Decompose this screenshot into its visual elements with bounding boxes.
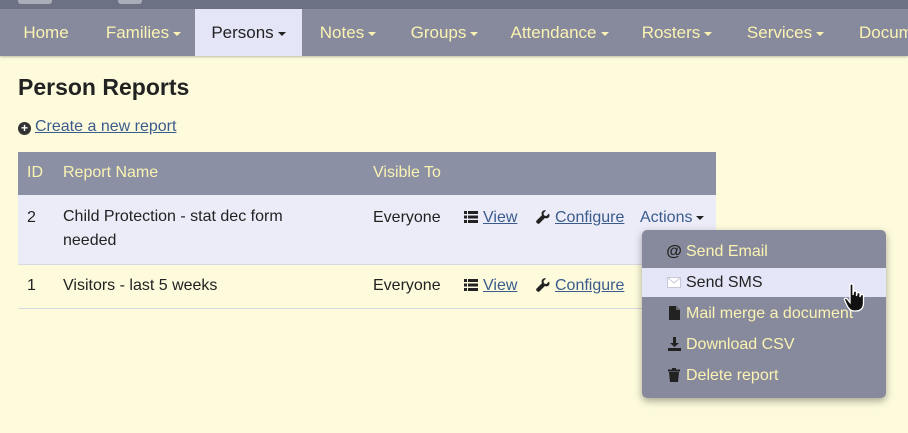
row-visible-to: Everyone xyxy=(373,277,441,294)
menu-item-download-csv[interactable]: Download CSV xyxy=(642,330,886,359)
row-id: 1 xyxy=(27,277,36,294)
top-strip-blob xyxy=(18,0,52,4)
menu-item-label: Mail merge a document xyxy=(686,305,854,322)
menu-item-delete-report[interactable]: Delete report xyxy=(642,361,886,390)
download-icon xyxy=(666,330,682,359)
caret-down-icon xyxy=(696,215,705,220)
plus-circle-icon: + xyxy=(18,122,31,135)
configure-link[interactable]: Configure xyxy=(536,209,624,227)
table-row: 1 Visitors - last 5 weeks Everyone View … xyxy=(18,265,716,309)
actions-dropdown-toggle[interactable]: Actions xyxy=(640,209,705,227)
nav-documents-label: Docum xyxy=(859,23,908,42)
actions-dropdown-menu: @ Send Email Send SMS Mail merge a docum… xyxy=(642,230,886,398)
caret-down-icon xyxy=(368,31,377,36)
nav-notes[interactable]: Notes xyxy=(302,9,394,56)
nav-notes-label: Notes xyxy=(319,23,365,42)
nav-attendance-label: Attendance xyxy=(510,23,597,42)
main-nav: Home Families Persons Notes Groups Atten… xyxy=(0,9,908,56)
at-icon: @ xyxy=(666,243,682,260)
configure-label[interactable]: Configure xyxy=(555,209,624,226)
row-report-name: Child Protection - stat dec form needed xyxy=(63,208,283,249)
view-link[interactable]: View xyxy=(464,209,517,227)
page-title: Person Reports xyxy=(18,74,190,100)
row-visible-to: Everyone xyxy=(373,209,441,226)
nav-persons[interactable]: Persons xyxy=(195,9,302,56)
trash-icon xyxy=(666,361,682,390)
hand-cursor-icon xyxy=(843,283,865,312)
nav-services[interactable]: Services xyxy=(730,9,841,56)
table-row: 2 Child Protection - stat dec form neede… xyxy=(18,195,716,265)
view-label[interactable]: View xyxy=(483,277,517,294)
caret-down-icon xyxy=(277,31,286,36)
list-icon xyxy=(464,211,478,223)
menu-item-label: Delete report xyxy=(686,367,779,384)
caret-down-icon xyxy=(600,31,609,36)
nav-documents[interactable]: Docum xyxy=(859,9,908,56)
create-report-link[interactable]: + Create a new report xyxy=(18,118,176,136)
header-visible-to: Visible To xyxy=(373,164,441,181)
nav-rosters-label: Rosters xyxy=(641,23,701,42)
menu-item-label: Send SMS xyxy=(686,274,763,291)
view-link[interactable]: View xyxy=(464,277,517,295)
header-report-name: Report Name xyxy=(63,164,159,181)
top-strip xyxy=(0,0,908,9)
view-label[interactable]: View xyxy=(483,209,517,226)
header-id: ID xyxy=(27,164,43,181)
configure-label[interactable]: Configure xyxy=(555,277,624,294)
nav-groups[interactable]: Groups xyxy=(394,9,495,56)
menu-item-label: Send Email xyxy=(686,243,768,260)
configure-link[interactable]: Configure xyxy=(536,277,624,295)
top-strip-blob xyxy=(118,0,142,4)
nav-services-label: Services xyxy=(746,23,813,42)
caret-down-icon xyxy=(470,31,479,36)
wrench-icon xyxy=(536,278,550,292)
nav-home[interactable]: Home xyxy=(0,9,92,56)
envelope-icon xyxy=(666,268,682,297)
table-header: ID Report Name Visible To xyxy=(18,152,716,195)
nav-attendance[interactable]: Attendance xyxy=(495,9,624,56)
nav-home-label: Home xyxy=(23,23,69,42)
actions-label[interactable]: Actions xyxy=(640,209,692,226)
menu-item-label: Download CSV xyxy=(686,336,795,353)
caret-down-icon xyxy=(704,31,713,36)
caret-down-icon xyxy=(816,31,825,36)
nav-rosters[interactable]: Rosters xyxy=(624,9,730,56)
file-icon xyxy=(666,299,682,328)
nav-groups-label: Groups xyxy=(410,23,467,42)
row-report-name: Visitors - last 5 weeks xyxy=(63,277,218,294)
nav-families[interactable]: Families xyxy=(92,9,195,56)
nav-families-label: Families xyxy=(105,23,170,42)
menu-item-send-email[interactable]: @ Send Email xyxy=(642,237,886,266)
nav-persons-label: Persons xyxy=(211,23,274,42)
list-icon xyxy=(464,279,478,291)
caret-down-icon xyxy=(173,31,182,36)
create-report-label[interactable]: Create a new report xyxy=(35,118,176,135)
row-id: 2 xyxy=(27,209,36,226)
wrench-icon xyxy=(536,210,550,224)
